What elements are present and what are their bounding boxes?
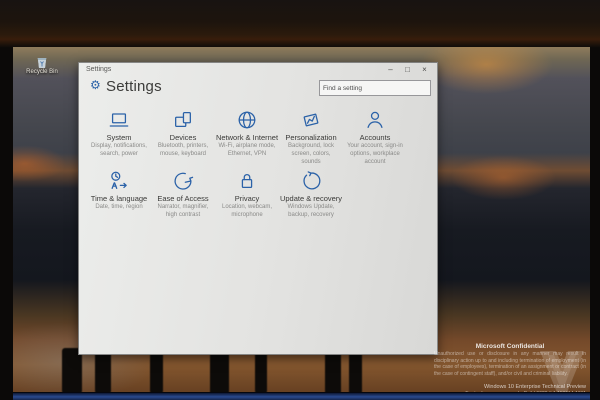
wallpaper-silhouette bbox=[255, 350, 267, 394]
settings-gear-icon: ⚙ bbox=[90, 79, 101, 91]
tile-time-language[interactable]: Time & language Date, time, region bbox=[87, 170, 151, 220]
tile-sublabel: Location, webcam, microphone bbox=[215, 204, 279, 220]
taskbar[interactable] bbox=[13, 392, 590, 400]
maximize-button[interactable]: □ bbox=[399, 64, 416, 75]
tile-sublabel: Date, time, region bbox=[87, 204, 151, 212]
tile-label: Personalization bbox=[279, 133, 343, 142]
wallpaper-silhouette bbox=[349, 350, 362, 395]
recycle-bin-label: Recycle Bin bbox=[25, 69, 59, 76]
tile-label: Privacy bbox=[215, 194, 279, 203]
recycle-bin-shortcut[interactable]: Recycle Bin bbox=[25, 56, 59, 76]
settings-window: Settings – □ × ⚙ Settings System Display… bbox=[78, 62, 438, 355]
recycle-bin-icon bbox=[36, 56, 48, 69]
system-icon bbox=[108, 109, 130, 131]
tile-label: Devices bbox=[151, 133, 215, 142]
tile-sublabel: Windows Update, backup, recovery bbox=[279, 204, 343, 220]
caption-buttons: – □ × bbox=[382, 64, 433, 75]
tile-accounts[interactable]: Accounts Your account, sign-in options, … bbox=[343, 109, 407, 166]
minimize-button[interactable]: – bbox=[382, 64, 399, 75]
tile-label: Update & recovery bbox=[279, 194, 343, 203]
monitor-bezel-top bbox=[0, 0, 600, 48]
tile-label: Time & language bbox=[87, 194, 151, 203]
tile-label: Ease of Access bbox=[151, 194, 215, 203]
update-recovery-icon bbox=[300, 170, 322, 192]
settings-category-grid: System Display, notifications, search, p… bbox=[87, 109, 423, 224]
tile-system[interactable]: System Display, notifications, search, p… bbox=[87, 109, 151, 166]
settings-app-title: Settings bbox=[106, 78, 162, 95]
tile-sublabel: Your account, sign-in options, workplace… bbox=[343, 143, 407, 166]
tile-personalization[interactable]: Personalization Background, lock screen,… bbox=[279, 109, 343, 166]
time-language-icon bbox=[108, 170, 130, 192]
tile-sublabel: Wi-Fi, airplane mode, Ethernet, VPN bbox=[215, 143, 279, 159]
wallpaper-silhouette bbox=[95, 350, 111, 394]
find-a-setting-input[interactable] bbox=[319, 80, 431, 96]
ease-of-access-icon bbox=[172, 170, 194, 192]
personalization-icon bbox=[300, 109, 322, 131]
wallpaper-silhouette bbox=[150, 349, 163, 394]
tile-label: System bbox=[87, 133, 151, 142]
tile-privacy[interactable]: Privacy Location, webcam, microphone bbox=[215, 170, 279, 220]
settings-header: ⚙ Settings bbox=[79, 76, 437, 106]
wallpaper-silhouette bbox=[325, 348, 341, 395]
desktop-wallpaper: Recycle Bin Settings – □ × ⚙ Settings Sy… bbox=[13, 47, 590, 400]
window-title: Settings bbox=[86, 66, 111, 73]
tile-update-recovery[interactable]: Update & recovery Windows Update, backup… bbox=[279, 170, 343, 220]
tile-network-internet[interactable]: Network & Internet Wi-Fi, airplane mode,… bbox=[215, 109, 279, 166]
devices-icon bbox=[172, 109, 194, 131]
tile-ease-of-access[interactable]: Ease of Access Narrator, magnifier, high… bbox=[151, 170, 215, 220]
window-titlebar[interactable]: Settings – □ × bbox=[79, 63, 437, 76]
privacy-icon bbox=[236, 170, 258, 192]
tile-devices[interactable]: Devices Bluetooth, printers, mouse, keyb… bbox=[151, 109, 215, 166]
tile-sublabel: Narrator, magnifier, high contrast bbox=[151, 204, 215, 220]
tile-sublabel: Background, lock screen, colors, sounds bbox=[279, 143, 343, 166]
accounts-icon bbox=[364, 109, 386, 131]
tile-label: Accounts bbox=[343, 133, 407, 142]
tile-label: Network & Internet bbox=[215, 133, 279, 142]
network-icon bbox=[236, 109, 258, 131]
tile-sublabel: Display, notifications, search, power bbox=[87, 143, 151, 159]
close-button[interactable]: × bbox=[416, 64, 433, 75]
tile-sublabel: Bluetooth, printers, mouse, keyboard bbox=[151, 143, 215, 159]
